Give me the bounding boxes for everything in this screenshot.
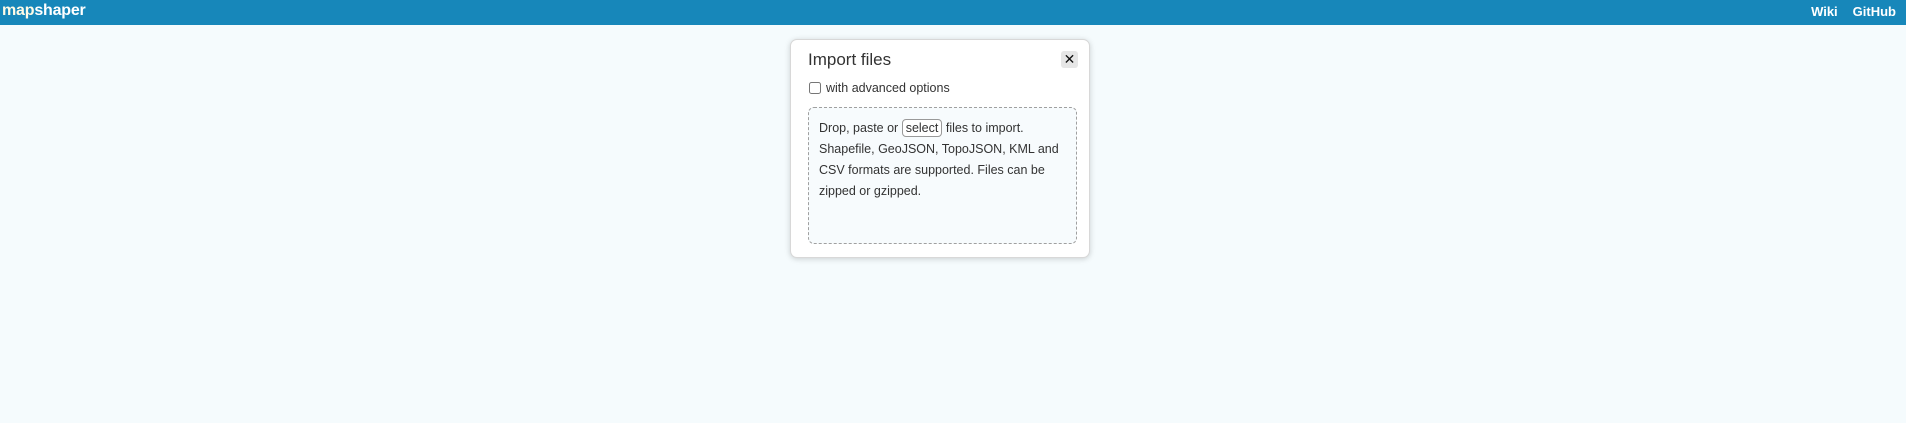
top-bar: mapshaper Wiki GitHub — [0, 0, 1906, 25]
advanced-options-row[interactable]: with advanced options — [809, 81, 950, 95]
logo-map-text: map — [2, 2, 35, 19]
drop-zone-text: Drop, paste or select files to import. S… — [819, 118, 1069, 202]
github-link[interactable]: GitHub — [1853, 4, 1896, 19]
file-drop-zone[interactable]: Drop, paste or select files to import. S… — [808, 107, 1077, 244]
wiki-link[interactable]: Wiki — [1811, 4, 1838, 19]
advanced-options-label: with advanced options — [826, 81, 950, 95]
nav-links: Wiki GitHub — [1811, 4, 1896, 19]
dialog-title: Import files — [808, 50, 892, 69]
drop-suffix: files to import. — [945, 121, 1024, 135]
logo-shaper-text: shaper — [34, 2, 86, 19]
drop-description: Shapefile, GeoJSON, TopoJSON, KML and CS… — [819, 142, 1059, 198]
drop-prefix: Drop, paste or — [819, 121, 899, 135]
advanced-options-checkbox[interactable] — [809, 82, 821, 94]
select-files-button[interactable]: select — [901, 119, 943, 137]
import-dialog: Import files ✕ with advanced options Dro… — [790, 39, 1090, 258]
app-logo[interactable]: mapshaper — [2, 2, 86, 20]
close-icon[interactable]: ✕ — [1061, 51, 1078, 68]
